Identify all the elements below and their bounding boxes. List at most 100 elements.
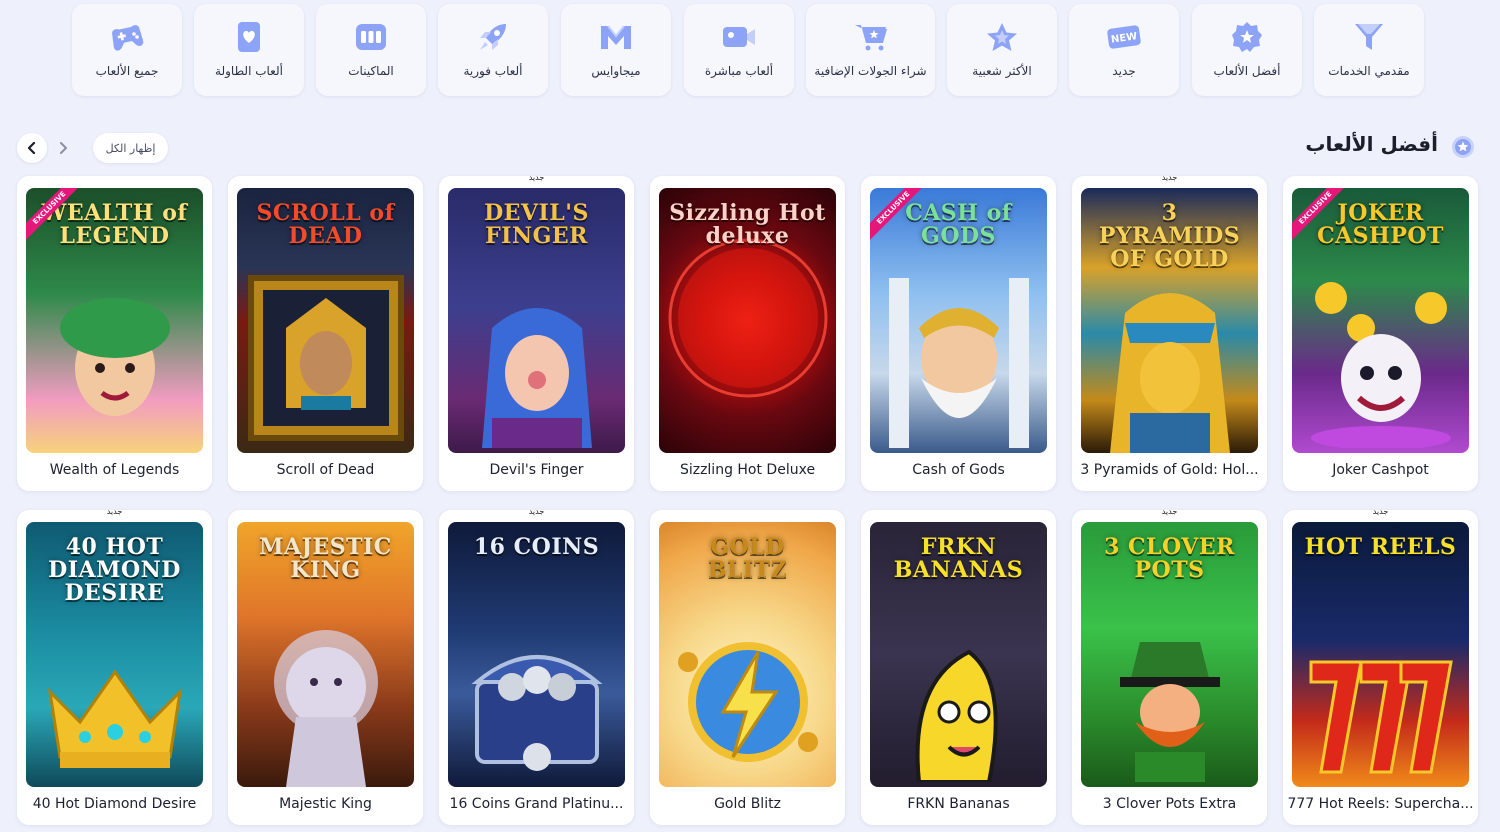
chevron-left-icon xyxy=(27,142,36,154)
game-thumbnail[interactable]: SCROLL of DEAD xyxy=(237,188,414,453)
category-label: الأكثر شعبية xyxy=(972,64,1032,78)
category-all[interactable]: جميع الألعاب xyxy=(72,4,182,96)
game-thumbnail[interactable]: MAJESTIC KING xyxy=(237,522,414,787)
game-card[interactable]: Sizzling Hot deluxe Sizzling Hot Deluxe xyxy=(650,176,845,491)
game-thumbnail[interactable]: CASH of GODS EXCLUSIVE xyxy=(870,188,1047,453)
game-card[interactable]: جديد 40 HOT DIAMOND DESIRE 40 Hot Diamond … xyxy=(17,507,212,825)
category-label: شراء الجولات الإضافية xyxy=(814,64,927,78)
category-label: ألعاب فورية xyxy=(463,64,523,78)
game-logo: Sizzling Hot deluxe xyxy=(669,200,826,250)
game-logo: 16 COINS xyxy=(473,534,600,560)
game-title: 16 Coins Grand Platinu... xyxy=(449,796,624,812)
game-card[interactable]: FRKN BANANAS FRKN Bananas xyxy=(861,510,1056,825)
card-heart-icon xyxy=(231,20,267,54)
game-logo: GOLD BLITZ xyxy=(707,534,788,584)
category-label: ميجاوايس xyxy=(591,64,641,78)
star-icon xyxy=(984,20,1020,54)
game-logo: 3 CLOVER POTS xyxy=(1104,534,1235,584)
new-badge: جديد xyxy=(528,173,545,182)
game-thumbnail[interactable]: 16 COINS xyxy=(448,522,625,787)
category-label: ألعاب الطاولة xyxy=(215,64,283,78)
category-table[interactable]: ألعاب الطاولة xyxy=(194,4,304,96)
game-card[interactable]: جديد 3 PYRAMIDS OF GOLD 3 Pyramids of Gold… xyxy=(1072,173,1267,491)
game-title: Gold Blitz xyxy=(714,796,781,812)
game-thumbnail[interactable]: 3 CLOVER POTS xyxy=(1081,522,1258,787)
game-title: Scroll of Dead xyxy=(276,462,375,478)
camera-icon xyxy=(721,20,757,54)
game-title: 777 Hot Reels: Supercha... xyxy=(1287,796,1474,812)
game-thumbnail[interactable]: GOLD BLITZ xyxy=(659,522,836,787)
badge-star-icon xyxy=(1450,134,1476,160)
category-label: الماكينات xyxy=(348,64,394,78)
game-title: Majestic King xyxy=(279,796,372,812)
game-logo: 3 PYRAMIDS OF GOLD xyxy=(1098,200,1241,273)
game-logo: HOT REELS xyxy=(1304,534,1457,560)
new-badge: جديد xyxy=(1161,173,1178,182)
scroll-next-button[interactable] xyxy=(48,133,78,163)
game-thumbnail[interactable]: 40 HOT DIAMOND DESIRE xyxy=(26,522,203,787)
game-thumbnail[interactable]: DEVIL'S FINGER xyxy=(448,188,625,453)
game-thumbnail[interactable]: JOKER CASHPOT EXCLUSIVE xyxy=(1292,188,1469,453)
game-logo: MAJESTIC KING xyxy=(259,534,392,584)
game-title: Cash of Gods xyxy=(912,462,1005,478)
new-badge: جديد xyxy=(528,507,545,516)
megaways-icon xyxy=(598,20,634,54)
game-thumbnail[interactable]: FRKN BANANAS xyxy=(870,522,1047,787)
category-label: ألعاب مباشرة xyxy=(704,64,774,78)
category-megaways[interactable]: ميجاوايس xyxy=(561,4,671,96)
game-title: 3 Clover Pots Extra xyxy=(1102,796,1237,812)
gamepad-icon xyxy=(109,20,145,54)
game-logo: 40 HOT DIAMOND DESIRE xyxy=(48,534,181,607)
new-tag-icon: NEW xyxy=(1106,20,1142,54)
category-label: جميع الألعاب xyxy=(95,64,159,78)
game-thumbnail[interactable]: WEALTH of LEGEND EXCLUSIVE xyxy=(26,188,203,453)
game-title: 40 Hot Diamond Desire xyxy=(32,796,197,812)
game-title: Sizzling Hot Deluxe xyxy=(679,462,816,478)
game-logo: SCROLL of DEAD xyxy=(256,200,395,250)
category-bar: مقدمي الخدمات أفضل الألعاب NEW جديد الأكثر ش… xyxy=(70,4,1426,96)
category-providers[interactable]: مقدمي الخدمات xyxy=(1314,4,1424,96)
category-popular[interactable]: الأكثر شعبية xyxy=(947,4,1057,96)
rocket-icon xyxy=(475,20,511,54)
category-label: أفضل الألعاب xyxy=(1213,64,1281,78)
category-label: جديد xyxy=(1112,64,1136,78)
category-live[interactable]: ألعاب مباشرة xyxy=(684,4,794,96)
game-title: Joker Cashpot xyxy=(1332,462,1429,478)
game-thumbnail[interactable]: HOT REELS xyxy=(1292,522,1469,787)
new-badge: جديد xyxy=(1372,507,1389,516)
category-slots[interactable]: الماكينات xyxy=(316,4,426,96)
scroll-prev-button[interactable] xyxy=(17,133,47,163)
slot-machine-icon xyxy=(353,20,389,54)
game-card[interactable]: WEALTH of LEGEND EXCLUSIVE Wealth of Legen… xyxy=(17,176,212,491)
new-badge: جديد xyxy=(106,507,123,516)
category-bonus-buy[interactable]: شراء الجولات الإضافية xyxy=(806,4,935,96)
game-card[interactable]: جديد 3 CLOVER POTS 3 Clover Pots Extra xyxy=(1072,507,1267,825)
game-card[interactable]: جديد DEVIL'S FINGER Devil's Finger xyxy=(439,173,634,491)
show-all-button[interactable]: إظهار الكل xyxy=(93,133,168,163)
game-card[interactable]: جديد 16 COINS 16 Coins Grand Platinu... xyxy=(439,507,634,825)
category-new[interactable]: NEW جديد xyxy=(1069,4,1179,96)
game-card[interactable]: جديد HOT REELS 777 Hot Reels: Supercha... xyxy=(1283,507,1478,825)
game-title: FRKN Bananas xyxy=(907,796,1010,812)
category-top[interactable]: أفضل الألعاب xyxy=(1192,4,1302,96)
game-title: Devil's Finger xyxy=(489,462,584,478)
category-label: مقدمي الخدمات xyxy=(1328,64,1410,78)
category-instant[interactable]: ألعاب فورية xyxy=(438,4,548,96)
game-card[interactable]: GOLD BLITZ Gold Blitz xyxy=(650,510,845,825)
cart-icon xyxy=(853,20,889,54)
section-title: أفضل الألعاب xyxy=(1305,132,1438,156)
funnel-icon xyxy=(1351,20,1387,54)
game-thumbnail[interactable]: 3 PYRAMIDS OF GOLD xyxy=(1081,188,1258,453)
game-logo: FRKN BANANAS xyxy=(893,534,1024,584)
game-thumbnail[interactable]: Sizzling Hot deluxe xyxy=(659,188,836,453)
game-card[interactable]: MAJESTIC KING Majestic King xyxy=(228,510,423,825)
game-card[interactable]: JOKER CASHPOT EXCLUSIVE Joker Cashpot xyxy=(1283,176,1478,491)
chevron-right-icon xyxy=(60,142,67,154)
game-card[interactable]: SCROLL of DEAD Scroll of Dead xyxy=(228,176,423,491)
badge-star-icon xyxy=(1229,20,1265,54)
game-title: 3 Pyramids of Gold: Hol... xyxy=(1080,462,1259,478)
game-logo: DEVIL'S FINGER xyxy=(484,200,589,250)
game-title: Wealth of Legends xyxy=(49,462,180,478)
game-card[interactable]: CASH of GODS EXCLUSIVE Cash of Gods xyxy=(861,176,1056,491)
new-badge: جديد xyxy=(1161,507,1178,516)
